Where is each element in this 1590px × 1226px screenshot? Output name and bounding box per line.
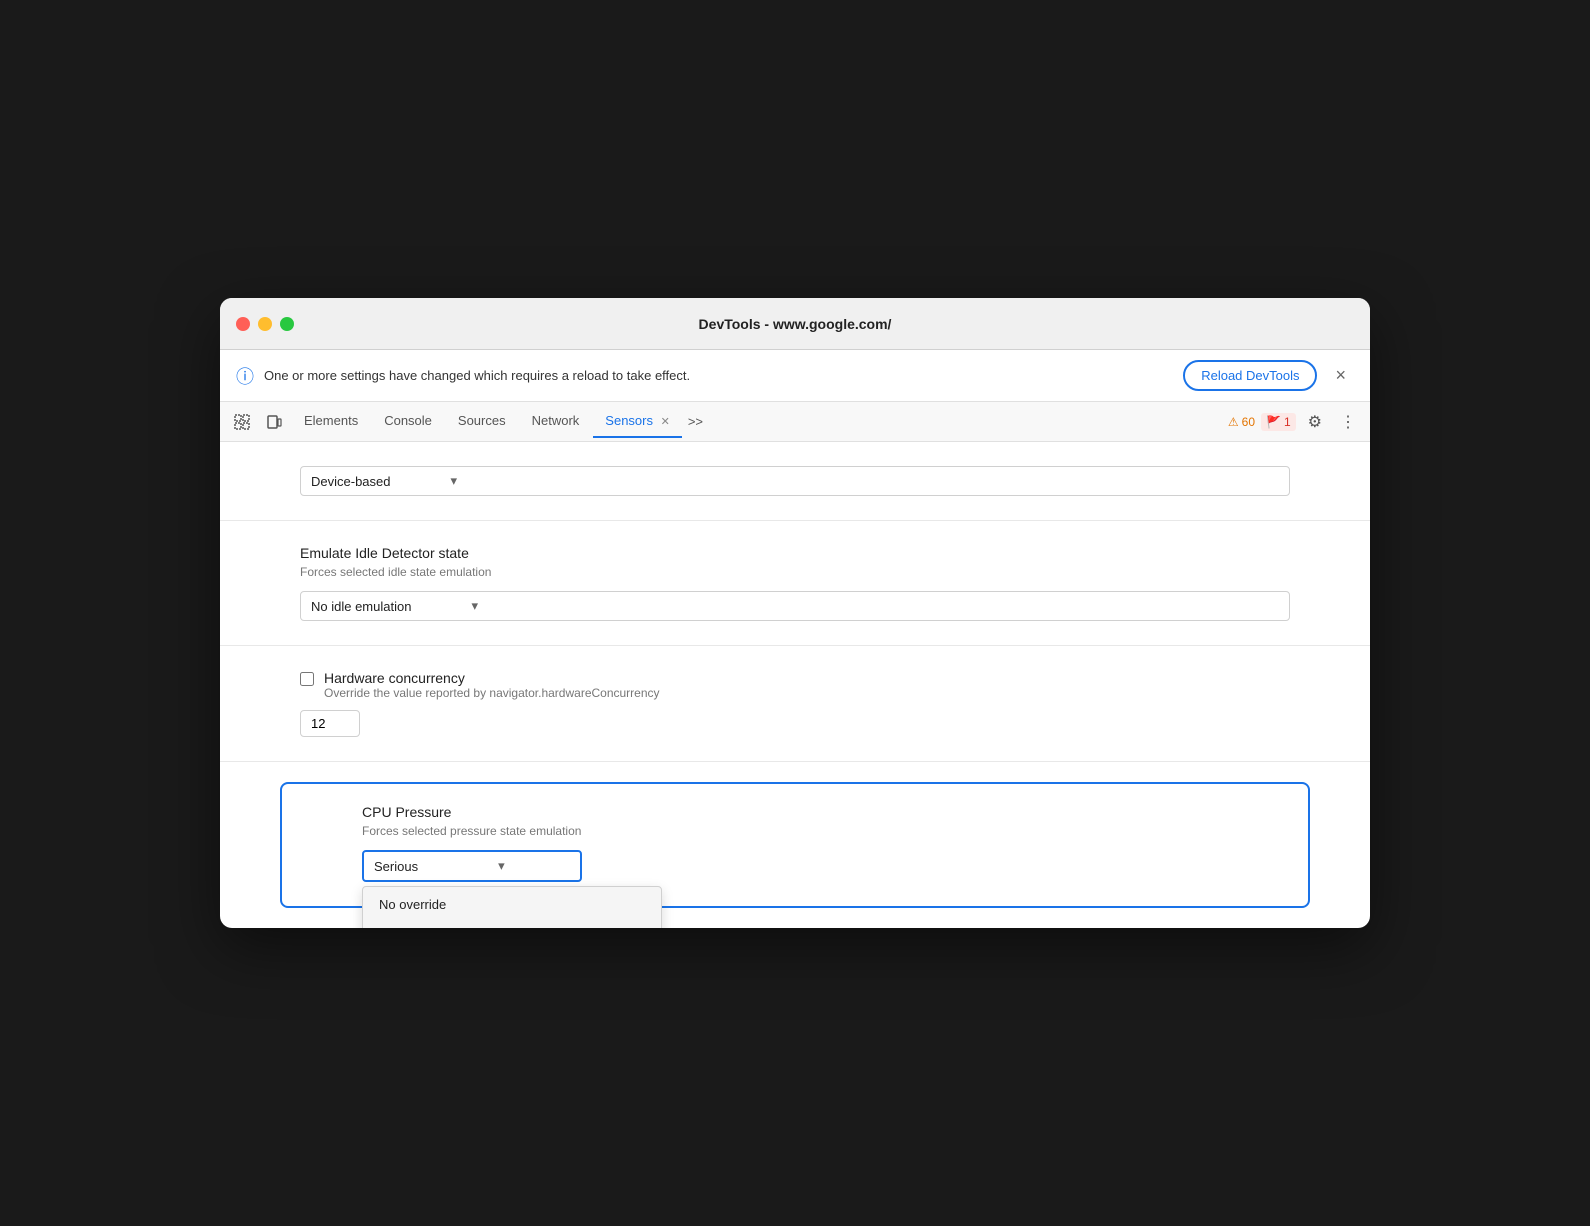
tab-network[interactable]: Network <box>520 405 592 438</box>
toolbar: Elements Console Sources Network Sensors… <box>220 402 1370 442</box>
error-icon: 🚩 <box>1266 415 1281 429</box>
errors-count: 1 <box>1284 415 1291 429</box>
more-options-button[interactable]: ⋮ <box>1334 408 1362 436</box>
more-tabs-button[interactable]: >> <box>684 414 707 429</box>
close-button[interactable] <box>236 317 250 331</box>
device-based-arrow: ▾ <box>451 473 458 489</box>
tab-sources[interactable]: Sources <box>446 405 518 438</box>
window-title: DevTools - www.google.com/ <box>699 316 892 332</box>
notification-close-button[interactable]: × <box>1327 361 1354 390</box>
idle-detector-dropdown[interactable]: No idle emulation ▾ <box>300 591 1290 621</box>
tab-sensors-close[interactable]: ✕ <box>661 416 670 428</box>
idle-detector-title: Emulate Idle Detector state <box>300 545 1290 561</box>
traffic-lights <box>236 317 294 331</box>
content-area: Device-based ▾ Emulate Idle Detector sta… <box>220 442 1370 908</box>
cpu-pressure-dropdown-trigger[interactable]: Serious ▾ <box>362 850 582 882</box>
cpu-pressure-desc: Forces selected pressure state emulation <box>362 824 1228 838</box>
tab-list: Elements Console Sources Network Sensors… <box>292 405 1224 438</box>
devtools-window: DevTools - www.google.com/ ⓘ One or more… <box>220 298 1370 928</box>
device-based-value: Device-based <box>311 474 391 489</box>
tab-console[interactable]: Console <box>372 405 444 438</box>
cpu-pressure-arrow: ▾ <box>498 858 505 874</box>
tab-elements[interactable]: Elements <box>292 405 370 438</box>
tab-sensors[interactable]: Sensors ✕ <box>593 405 682 438</box>
cpu-pressure-section: CPU Pressure Forces selected pressure st… <box>280 782 1310 908</box>
hardware-concurrency-desc: Override the value reported by navigator… <box>324 686 660 700</box>
idle-detector-desc: Forces selected idle state emulation <box>300 565 1290 579</box>
notification-text: One or more settings have changed which … <box>264 368 1173 383</box>
minimize-button[interactable] <box>258 317 272 331</box>
hardware-concurrency-row: Hardware concurrency Override the value … <box>300 670 1290 700</box>
errors-badge[interactable]: 🚩 1 <box>1261 413 1296 431</box>
inspect-icon[interactable] <box>228 408 256 436</box>
hardware-concurrency-section: Hardware concurrency Override the value … <box>220 646 1370 762</box>
cpu-pressure-selected: Serious <box>374 859 418 874</box>
toolbar-right: ⚠ 60 🚩 1 ⚙ ⋮ <box>1228 408 1362 436</box>
hardware-concurrency-input[interactable]: 12 <box>300 710 360 737</box>
cpu-option-no-override-label: No override <box>379 897 446 912</box>
hardware-concurrency-title: Hardware concurrency <box>324 670 660 686</box>
cpu-option-no-override[interactable]: No override <box>363 887 661 922</box>
device-toggle-icon[interactable] <box>260 408 288 436</box>
settings-button[interactable]: ⚙ <box>1302 408 1328 436</box>
warnings-badge[interactable]: ⚠ 60 <box>1228 415 1255 429</box>
warning-icon: ⚠ <box>1228 415 1239 429</box>
cpu-option-nominal[interactable]: Nominal <box>363 922 661 928</box>
idle-detector-arrow: ▾ <box>471 598 478 614</box>
notification-bar: ⓘ One or more settings have changed whic… <box>220 350 1370 402</box>
titlebar: DevTools - www.google.com/ <box>220 298 1370 350</box>
device-based-dropdown[interactable]: Device-based ▾ <box>300 466 1290 496</box>
reload-devtools-button[interactable]: Reload DevTools <box>1183 360 1317 391</box>
maximize-button[interactable] <box>280 317 294 331</box>
info-icon: ⓘ <box>236 363 254 389</box>
warnings-count: 60 <box>1242 415 1255 429</box>
idle-detector-section: Emulate Idle Detector state Forces selec… <box>220 521 1370 646</box>
device-based-section: Device-based ▾ <box>220 442 1370 521</box>
cpu-pressure-dropdown-container: Serious ▾ No override Nominal Fair ✓ <box>362 850 582 882</box>
cpu-pressure-dropdown-menu: No override Nominal Fair ✓ Serious Criti… <box>362 886 662 928</box>
cpu-pressure-title: CPU Pressure <box>362 804 1228 820</box>
idle-detector-value: No idle emulation <box>311 599 411 614</box>
hardware-concurrency-checkbox[interactable] <box>300 672 314 686</box>
